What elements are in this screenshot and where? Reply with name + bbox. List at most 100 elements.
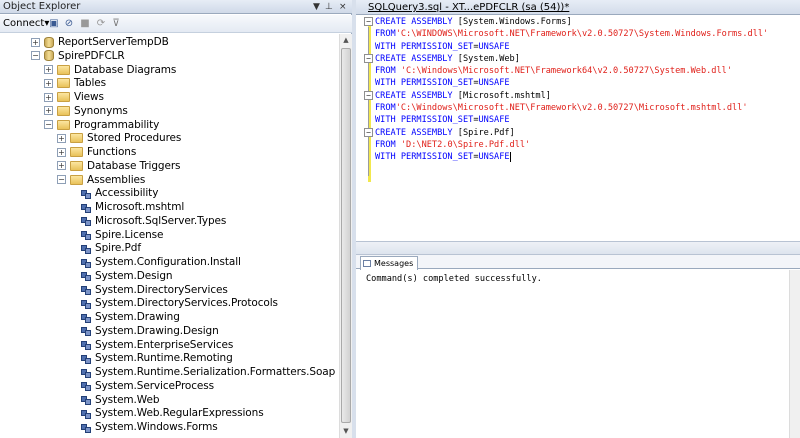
folder-icon xyxy=(57,92,70,102)
folder-icon xyxy=(70,174,83,185)
tree-node[interactable]: System.EnterpriseServices xyxy=(80,338,233,352)
collapse-icon[interactable]: − xyxy=(31,51,40,61)
tree-node[interactable]: + Database Diagrams xyxy=(44,63,176,77)
fold-toggle-icon[interactable]: − xyxy=(364,90,373,100)
results-vertical-scrollbar[interactable] xyxy=(789,270,800,438)
tree-node-label: Assemblies xyxy=(87,173,146,186)
tree-node[interactable]: Microsoft.SqlServer.Types xyxy=(80,214,226,228)
tree-node-label: Spire.Pdf xyxy=(95,242,141,255)
database-icon xyxy=(44,50,54,62)
results-tab-strip: Messages xyxy=(356,255,800,270)
tree-node[interactable]: + Database Triggers xyxy=(57,159,181,173)
tree-node[interactable]: − SpirePDFCLR xyxy=(31,49,125,63)
tree-node[interactable]: − Programmability xyxy=(44,118,159,132)
sql-text: [Spire.Pdf] xyxy=(457,127,515,138)
tree-node-label: System.Web.RegularExpressions xyxy=(95,407,264,420)
filter-icon[interactable]: ⊽ xyxy=(110,18,122,30)
tree-node-label: Views xyxy=(74,91,104,103)
tree-node-label: ReportServerTempDB xyxy=(58,36,169,48)
tree-node[interactable]: System.Windows.Forms xyxy=(80,420,218,434)
tree-node[interactable]: System.Web.RegularExpressions xyxy=(80,406,264,420)
expand-icon[interactable]: + xyxy=(44,78,53,88)
fold-toggle-icon[interactable]: − xyxy=(364,17,373,26)
collapse-icon[interactable]: − xyxy=(44,120,53,129)
expand-icon[interactable]: + xyxy=(44,65,53,74)
close-icon[interactable]: × xyxy=(339,1,347,13)
expand-icon[interactable]: + xyxy=(57,133,66,143)
expand-icon[interactable]: + xyxy=(57,161,66,171)
tree-node[interactable]: − Assemblies xyxy=(57,173,145,187)
tree-node-label: Programmability xyxy=(74,118,160,131)
scroll-down-arrow-icon[interactable]: ▼ xyxy=(340,425,352,438)
expand-icon[interactable]: + xyxy=(44,92,53,102)
connect-button[interactable]: Connect▾ xyxy=(3,17,49,31)
code-line: WITH PERMISSION_SET=UNSAFE xyxy=(375,114,768,126)
tree-node[interactable]: + Tables xyxy=(44,76,106,90)
scroll-up-arrow-icon[interactable]: ▲ xyxy=(340,34,352,47)
fold-toggle-icon[interactable]: − xyxy=(364,53,373,63)
sql-code[interactable]: − CREATE ASSEMBLY [System.Windows.Forms] F… xyxy=(364,16,768,176)
sql-string: 'C:\WINDOWS\Microsoft.NET\Framework\v2.0… xyxy=(395,29,769,40)
tree-node[interactable]: System.DirectoryServices.Protocols xyxy=(80,296,278,310)
sql-keyword: FROM xyxy=(375,29,396,40)
tree-node[interactable]: System.Runtime.Remoting xyxy=(80,351,233,365)
tree-node[interactable]: + Synonyms xyxy=(44,104,128,118)
tree-node[interactable]: + Functions xyxy=(57,145,136,159)
code-line: WITH PERMISSION_SET=UNSAFE xyxy=(375,77,768,89)
tree-vertical-scrollbar[interactable]: ▲ ▼ xyxy=(339,34,352,438)
tree-node-label: Tables xyxy=(74,77,107,90)
folder-icon xyxy=(57,105,70,116)
tree-node-label: System.EnterpriseServices xyxy=(95,338,234,351)
tree-node[interactable]: + ReportServerTempDB xyxy=(31,35,169,49)
results-message: Command(s) completed successfully. xyxy=(366,274,542,284)
code-line: − CREATE ASSEMBLY [Microsoft.mshtml] xyxy=(364,90,768,139)
connect-server-icon[interactable]: ▣ xyxy=(48,18,60,30)
object-explorer-title-bar: Object Explorer ▼ ⊥ × xyxy=(0,0,352,14)
code-line: WITH PERMISSION_SET=UNSAFE xyxy=(375,41,768,53)
code-line: FROM'C:\WINDOWS\Microsoft.NET\Framework\… xyxy=(375,28,768,40)
tree-node-label: System.DirectoryServices xyxy=(95,283,228,296)
tree-node[interactable]: System.Configuration.Install xyxy=(80,255,241,269)
messages-tab[interactable]: Messages xyxy=(360,256,419,270)
expand-icon[interactable]: + xyxy=(31,37,40,47)
tree-node[interactable]: System.Drawing xyxy=(80,310,180,324)
tree-node[interactable]: System.DirectoryServices xyxy=(80,283,228,297)
sql-keyword: WITH PERMISSION_SET xyxy=(375,152,474,163)
tree-node[interactable]: System.Design xyxy=(80,269,173,283)
tree-node[interactable]: Spire.License xyxy=(80,228,164,242)
tree-node-label: System.Runtime.Serialization.Formatters.… xyxy=(95,366,336,378)
query-tab-strip: SQLQuery3.sql - XT...ePDFCLR (sa (54))* xyxy=(356,0,800,15)
tree-node[interactable]: System.ServiceProcess xyxy=(80,379,214,393)
sql-keyword: CREATE ASSEMBLY xyxy=(375,90,458,101)
expand-icon[interactable]: + xyxy=(57,147,66,157)
fold-toggle-icon[interactable]: − xyxy=(364,127,373,137)
refresh-icon[interactable]: ⟳ xyxy=(95,18,107,30)
sql-text: [System.Windows.Forms] xyxy=(457,17,572,27)
query-editor[interactable]: − CREATE ASSEMBLY [System.Windows.Forms] F… xyxy=(356,15,800,241)
collapse-icon[interactable]: − xyxy=(57,175,66,184)
tree-node[interactable]: + Stored Procedures xyxy=(57,131,181,145)
folder-icon xyxy=(70,160,83,171)
assembly-icon xyxy=(80,367,91,378)
pin-icon[interactable]: ⊥ xyxy=(325,1,333,13)
window-position-icon[interactable]: ▼ xyxy=(313,1,320,13)
tree-node[interactable]: System.Runtime.Serialization.Formatters.… xyxy=(80,365,335,379)
messages-tab-label: Messages xyxy=(374,258,414,268)
tree-node[interactable]: Spire.Pdf xyxy=(80,241,141,255)
query-tab[interactable]: SQLQuery3.sql - XT...ePDFCLR (sa (54))* xyxy=(366,1,571,15)
tree-node[interactable]: + Views xyxy=(44,90,104,104)
editor-results-splitter[interactable] xyxy=(356,241,800,255)
tree-node[interactable]: System.Web xyxy=(80,393,159,407)
tree-node[interactable]: Accessibility xyxy=(80,186,158,200)
tree-node[interactable]: Microsoft.mshtml xyxy=(80,200,184,214)
disconnect-icon[interactable]: ⊘ xyxy=(63,18,75,30)
tree-node[interactable]: System.Drawing.Design xyxy=(80,324,219,338)
stop-icon[interactable]: ■ xyxy=(79,18,91,30)
expand-icon[interactable]: + xyxy=(44,106,53,116)
tree-node-label: System.DirectoryServices.Protocols xyxy=(95,297,278,310)
scrollbar-thumb[interactable] xyxy=(341,48,351,423)
sql-keyword: WITH PERMISSION_SET xyxy=(375,115,474,126)
text-caret xyxy=(509,151,511,162)
assembly-icon xyxy=(80,270,91,282)
tree-node-label: SpirePDFCLR xyxy=(58,49,125,62)
